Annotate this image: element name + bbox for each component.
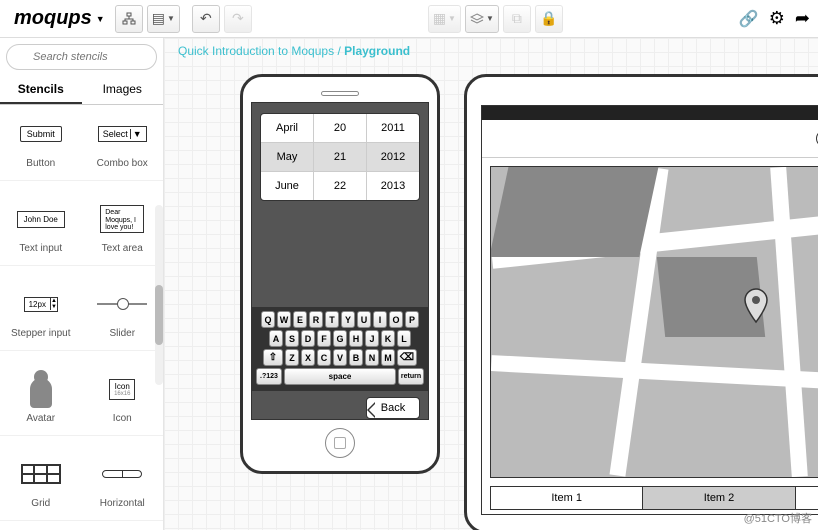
key-b[interactable]: B [349,349,363,366]
stencil-slider[interactable]: Slider [82,275,164,351]
stencil-icon[interactable]: Icon16x16 Icon [82,360,164,436]
stencil-grid[interactable]: Grid [0,445,82,521]
status-bar [482,106,818,120]
sitemap-button[interactable] [115,5,143,33]
key-o[interactable]: O [389,311,403,328]
stencil-grid: Submit Button Select▼ Combo box John Doe… [0,105,163,530]
space-key[interactable]: space [284,368,396,385]
tablet-tab[interactable]: Item 1 [491,487,643,509]
key-z[interactable]: Z [285,349,299,366]
key-a[interactable]: A [269,330,283,347]
dropdown-button[interactable]: ▤▼ [147,5,180,33]
stencil-textinput[interactable]: John Doe Text input [0,190,82,266]
key-r[interactable]: R [309,311,323,328]
tablet-tab[interactable]: It [796,487,818,509]
key-q[interactable]: Q [261,311,275,328]
share-icon[interactable]: ➦ [795,8,810,29]
date-row[interactable]: April202011 [261,114,419,143]
backspace-key[interactable]: ⌫ [397,349,417,366]
gear-icon[interactable]: ⚙ [769,8,785,29]
key-t[interactable]: T [325,311,339,328]
date-row[interactable]: June222013 [261,172,419,200]
watermark: @51CTO博客 [744,510,812,526]
key-i[interactable]: I [373,311,387,328]
numeric-key[interactable]: .?123 [256,368,282,385]
stencil-combobox[interactable]: Select▼ Combo box [82,105,164,181]
key-e[interactable]: E [293,311,307,328]
stencil-scrollbar[interactable] [155,205,163,385]
logo[interactable]: moqups ▼ [8,5,111,32]
tablet-screen: 🔍Search Item 1 Item 2 It [481,105,818,515]
breadcrumb[interactable]: Quick Introduction to Moqups / Playgroun… [178,44,410,58]
key-j[interactable]: J [365,330,379,347]
key-y[interactable]: Y [341,311,355,328]
search-stencils-input[interactable] [6,44,157,70]
key-p[interactable]: P [405,311,419,328]
date-picker[interactable]: April202011 May212012 June222013 [260,113,420,201]
key-x[interactable]: X [301,349,315,366]
stencil-stepper[interactable]: 12px▲▼ Stepper input [0,275,82,351]
key-g[interactable]: G [333,330,347,347]
stencil-textarea[interactable]: Dear Moqups, I love you! Text area [82,190,164,266]
date-row-selected[interactable]: May212012 [261,143,419,172]
key-u[interactable]: U [357,311,371,328]
key-f[interactable]: F [317,330,331,347]
keyboard[interactable]: QWERTYUIOP ASDFGHJKL ⇧ZXCVBNM⌫ .?123 spa… [252,307,428,391]
home-button[interactable] [325,428,355,458]
key-s[interactable]: S [285,330,299,347]
map-pin-icon[interactable] [741,287,771,329]
lock-button[interactable]: 🔒 [535,5,563,33]
tablet-tab-selected[interactable]: Item 2 [643,487,795,509]
layers-dropdown[interactable]: ▼ [465,5,499,33]
sidebar: 🔍 Stencils Images Submit Button Select▼ … [0,38,164,530]
return-key[interactable]: return [398,368,424,385]
key-k[interactable]: K [381,330,395,347]
phone-mockup[interactable]: April202011 May212012 June222013 QWERTYU… [240,74,440,474]
redo-button[interactable]: ↷ [224,5,252,33]
map[interactable] [490,166,818,478]
tablet-tabs: Item 1 Item 2 It [490,486,818,510]
phone-screen: April202011 May212012 June222013 QWERTYU… [251,102,429,420]
key-v[interactable]: V [333,349,347,366]
key-h[interactable]: H [349,330,363,347]
link-icon[interactable]: 🔗 [739,9,759,29]
key-m[interactable]: M [381,349,395,366]
tab-images[interactable]: Images [82,76,164,104]
phone-speaker [321,91,359,96]
stencil-horizontal[interactable]: Horizontal [82,445,164,521]
align-dropdown[interactable]: ▦▼ [428,5,461,33]
tab-stencils[interactable]: Stencils [0,76,82,104]
key-c[interactable]: C [317,349,331,366]
back-button[interactable]: Back [366,397,420,419]
tablet-mockup[interactable]: 🔍Search Item 1 Item 2 It [464,74,818,530]
main-toolbar: moqups ▼ ▤▼ ↶ ↷ ▦▼ ▼ ⧉ 🔒 🔗 ⚙ ➦ [0,0,818,38]
group-button[interactable]: ⧉ [503,5,531,33]
shift-key[interactable]: ⇧ [263,349,283,366]
key-w[interactable]: W [277,311,291,328]
stencil-button[interactable]: Submit Button [0,105,82,181]
undo-button[interactable]: ↶ [192,5,220,33]
key-l[interactable]: L [397,330,411,347]
canvas[interactable]: Quick Introduction to Moqups / Playgroun… [164,38,818,530]
key-n[interactable]: N [365,349,379,366]
key-d[interactable]: D [301,330,315,347]
stencil-avatar[interactable]: Avatar [0,360,82,436]
